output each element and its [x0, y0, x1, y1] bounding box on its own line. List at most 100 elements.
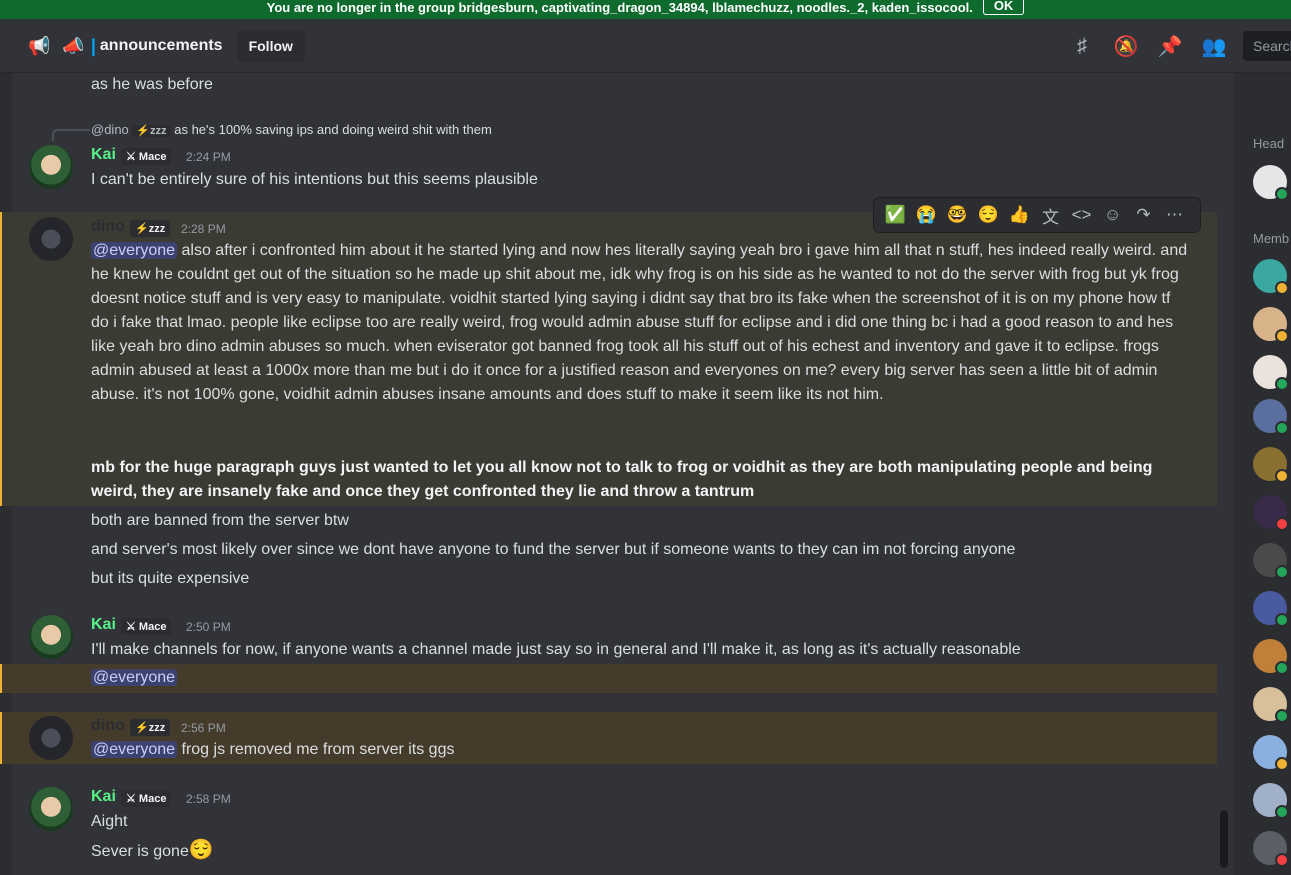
mention-everyone[interactable]: @everyone — [91, 669, 178, 686]
reaction-thumbsup-icon[interactable]: 👍 — [1004, 205, 1035, 225]
member-avatar[interactable] — [1253, 307, 1289, 343]
code-icon[interactable]: <> — [1066, 205, 1097, 225]
reaction-relieved-icon[interactable]: 😌 — [973, 205, 1004, 225]
relieved-emoji: 😌 — [188, 839, 214, 861]
timestamp: 2:50 PM — [186, 620, 231, 634]
mention-everyone[interactable]: @everyone — [91, 242, 178, 259]
dnd-status-icon — [1275, 853, 1289, 867]
role-tag-label: zzz — [148, 722, 166, 734]
role-tag: ⚡zzz — [130, 719, 171, 736]
member-avatar[interactable] — [1253, 639, 1289, 675]
message-text: but its quite expensive — [91, 570, 250, 587]
message-dino-228: dino ⚡zzz 2:28 PM @everyone also after i… — [0, 212, 1217, 506]
follow-button[interactable]: Follow — [236, 30, 305, 62]
online-status-icon — [1275, 709, 1289, 723]
message-text: I can't be entirely sure of his intentio… — [91, 171, 538, 188]
member-avatar[interactable] — [1253, 495, 1289, 531]
member-avatar[interactable] — [1253, 831, 1289, 867]
role-tag-label: Mace — [138, 621, 167, 633]
message-text: @everyone — [91, 666, 178, 690]
message-bold-text: mb for the huge paragraph guys just want… — [91, 459, 1153, 500]
channel-separator: | — [90, 35, 96, 56]
notice-ok-button[interactable]: OK — [982, 0, 1025, 15]
pin-icon[interactable]: 📌 — [1148, 34, 1192, 59]
message-body: frog js removed me from server its ggs — [177, 741, 455, 758]
message-text: Sever is gone😌 — [91, 838, 214, 864]
notification-mute-icon[interactable]: 🔕 — [1104, 34, 1148, 59]
author-name[interactable]: Kai — [91, 788, 116, 806]
online-status-icon — [1275, 661, 1289, 675]
message-text: I'll make channels for now, if anyone wa… — [91, 641, 1021, 658]
chat-scrollbar[interactable] — [1220, 810, 1228, 868]
author-name[interactable]: Kai — [91, 146, 116, 164]
member-avatar[interactable] — [1253, 355, 1289, 391]
role-tag-label: Mace — [138, 793, 167, 805]
reply-connector — [52, 129, 90, 141]
member-avatar[interactable] — [1253, 165, 1289, 201]
reaction-sob-icon[interactable]: 😭 — [911, 205, 942, 225]
message: Sever is gone😌 — [0, 838, 1217, 866]
mention-everyone[interactable]: @everyone — [91, 741, 178, 758]
member-avatar[interactable] — [1253, 543, 1289, 579]
member-group-head: Head — [1253, 136, 1285, 151]
search-input[interactable]: Search — [1243, 31, 1291, 61]
avatar[interactable] — [29, 716, 73, 760]
reply-author[interactable]: @dino — [91, 122, 129, 137]
reply-tag-label: zzz — [150, 125, 167, 137]
more-icon[interactable]: ⋯ — [1159, 205, 1190, 225]
reaction-nerd-icon[interactable]: 🤓 — [942, 205, 973, 225]
role-tag-label: Mace — [138, 151, 167, 163]
online-status-icon — [1275, 613, 1289, 627]
translate-icon[interactable]: 文 — [1035, 203, 1066, 228]
avatar[interactable] — [29, 787, 73, 831]
message-text: both are banned from the server btw — [91, 512, 349, 529]
idle-status-icon — [1275, 757, 1289, 771]
members-icon[interactable]: 👥 — [1192, 34, 1236, 59]
message-text: @everyone also after i confronted him ab… — [91, 239, 1191, 407]
message-body: also after i confronted him about it he … — [91, 242, 1188, 403]
threads-icon[interactable]: ♯ — [1060, 35, 1104, 58]
avatar[interactable] — [29, 217, 73, 261]
reaction-check-icon[interactable]: ✅ — [880, 205, 911, 225]
reply-preview[interactable]: @dino ⚡zzz as he's 100% saving ips and d… — [91, 122, 492, 137]
message-body: Sever is gone — [91, 843, 189, 860]
author-name[interactable]: Kai — [91, 616, 116, 634]
member-avatar[interactable] — [1253, 687, 1289, 723]
online-status-icon — [1275, 565, 1289, 579]
message-text: @everyone frog js removed me from server… — [91, 738, 454, 762]
author-name[interactable]: dino — [91, 717, 125, 735]
message: and server's most likely over since we d… — [0, 538, 1217, 564]
reply-text: as he's 100% saving ips and doing weird … — [174, 122, 492, 137]
role-tag: ⚡zzz — [130, 220, 171, 237]
timestamp: 2:28 PM — [181, 222, 226, 236]
member-avatar[interactable] — [1253, 447, 1289, 483]
channel-header: 📢 📣 | announcements Follow ♯ 🔕 📌 👥 Searc… — [0, 19, 1291, 73]
online-status-icon — [1275, 377, 1289, 391]
dnd-status-icon — [1275, 517, 1289, 531]
idle-status-icon — [1275, 329, 1289, 343]
author-name[interactable]: dino — [91, 218, 125, 236]
add-reaction-icon[interactable]: ☺ — [1097, 205, 1128, 225]
role-tag: ⚔ Mace — [121, 790, 172, 807]
member-avatar[interactable] — [1253, 259, 1289, 295]
member-group-members: Memb — [1253, 231, 1290, 246]
avatar[interactable] — [29, 615, 73, 659]
reply-forward-icon[interactable]: ↷ — [1128, 205, 1159, 225]
member-avatar[interactable] — [1253, 591, 1289, 627]
group-removed-notice: You are no longer in the group bridgesbu… — [0, 0, 1291, 19]
message-text: and server's most likely over since we d… — [91, 541, 1016, 558]
online-status-icon — [1275, 805, 1289, 819]
member-avatar[interactable] — [1253, 735, 1289, 771]
message: but its quite expensive — [0, 567, 1217, 593]
member-avatar[interactable] — [1253, 399, 1289, 435]
member-avatar[interactable] — [1253, 783, 1289, 819]
timestamp: 2:56 PM — [181, 721, 226, 735]
role-tag: ⚔ Mace — [121, 148, 172, 165]
announcement-channel-icon: 📢 — [28, 35, 51, 56]
message-kai-224: @dino ⚡zzz as he's 100% saving ips and d… — [0, 117, 1217, 197]
online-status-icon — [1275, 187, 1289, 201]
message-mention: @everyone — [0, 664, 1217, 693]
avatar[interactable] — [29, 145, 73, 189]
message-text: Aight — [91, 813, 128, 830]
role-tag-label: zzz — [148, 223, 166, 235]
